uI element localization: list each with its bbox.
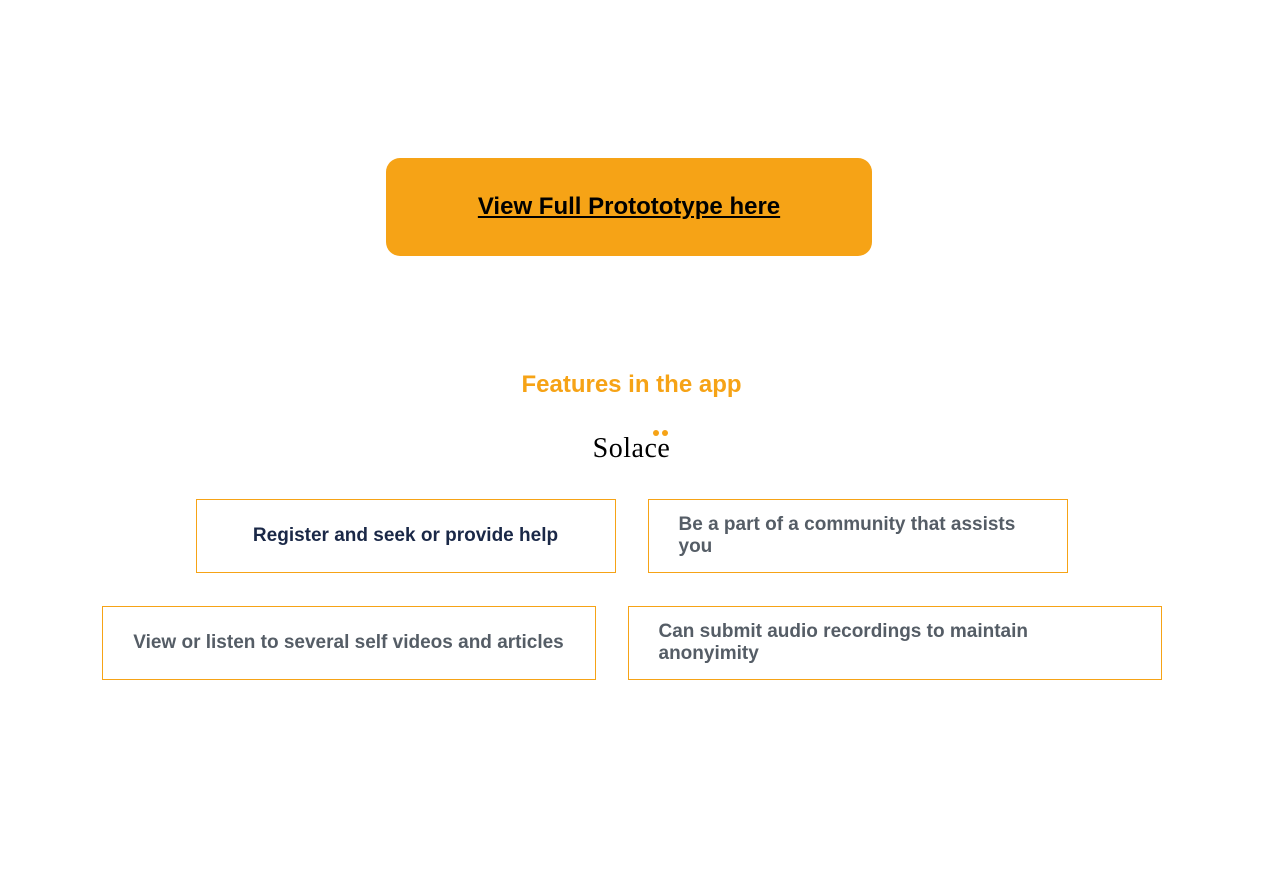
feature-card-videos: View or listen to several self videos an…: [102, 606, 596, 680]
feature-card-community-text: Be a part of a community that assists yo…: [679, 514, 1037, 558]
feature-row-1: Register and seek or provide help Be a p…: [196, 499, 1068, 573]
feature-card-community: Be a part of a community that assists yo…: [648, 499, 1068, 573]
feature-card-register: Register and seek or provide help: [196, 499, 616, 573]
feature-row-2: View or listen to several self videos an…: [102, 606, 1162, 680]
feature-card-videos-text: View or listen to several self videos an…: [133, 632, 564, 654]
feature-card-register-text: Register and seek or provide help: [253, 525, 558, 547]
view-prototype-button[interactable]: View Full Protototype here: [386, 158, 872, 256]
feature-card-audio-text: Can submit audio recordings to maintain …: [659, 621, 1131, 665]
feature-grid: Register and seek or provide help Be a p…: [0, 499, 1263, 680]
logo-text-label: Solace: [593, 433, 671, 464]
logo-dots-icon: [653, 430, 668, 436]
feature-card-audio: Can submit audio recordings to maintain …: [628, 606, 1162, 680]
features-heading: Features in the app: [0, 371, 1263, 399]
logo-text: Solace: [593, 433, 671, 465]
logo: Solace: [0, 433, 1263, 465]
view-prototype-label: View Full Protototype here: [478, 193, 780, 221]
